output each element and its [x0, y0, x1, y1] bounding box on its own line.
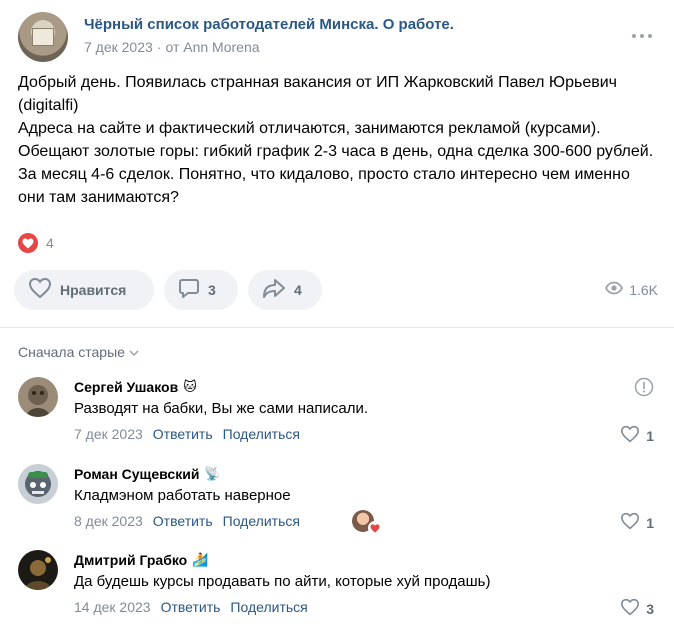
emoji-badge-icon: 🏄 — [192, 552, 209, 567]
report-icon[interactable] — [634, 377, 654, 402]
like-button[interactable]: Нравится — [14, 270, 154, 310]
views-count: 1.6K — [629, 281, 658, 298]
author-prefix: от — [165, 39, 180, 55]
comment-like-button[interactable]: 1 — [620, 425, 654, 446]
post-header: Чёрный список работодателей Минска. О ра… — [18, 12, 658, 62]
share-link[interactable]: Поделиться — [223, 426, 300, 442]
post-text: Добрый день. Появилась странная вакансия… — [18, 71, 658, 209]
comment-author[interactable]: Роман Сущевский 📡 — [74, 466, 221, 482]
comment-text: Кладмэном работать наверное — [74, 487, 291, 504]
comment-author[interactable]: Дмитрий Грабко 🏄 — [74, 552, 208, 568]
more-icon[interactable] — [630, 30, 654, 42]
post-text-line: Добрый день. Появилась странная вакансия… — [18, 74, 617, 114]
comment: Дмитрий Грабко 🏄 Да будешь курсы продава… — [18, 550, 658, 630]
group-name[interactable]: Чёрный список работодателей Минска. О ра… — [84, 16, 454, 33]
comment-like-button[interactable]: 3 — [620, 598, 654, 619]
comment-footer: 8 дек 2023 Ответить Поделиться — [74, 513, 300, 529]
comment-like-count: 1 — [646, 514, 654, 531]
sort-label: Сначала старые — [18, 344, 125, 360]
eye-icon — [605, 281, 624, 298]
post-date[interactable]: 7 дек 2023 — [84, 39, 153, 55]
reply-link[interactable]: Ответить — [153, 426, 213, 442]
emoji-badge-icon: 📡 — [204, 466, 221, 481]
post-meta: 7 дек 2023 · от Ann Morena — [84, 39, 260, 55]
share-button[interactable]: 4 — [248, 270, 322, 310]
group-avatar[interactable] — [18, 12, 68, 62]
comments-count: 3 — [208, 282, 216, 298]
heart-outline-icon — [28, 277, 52, 304]
heart-icon — [368, 521, 382, 535]
emoji-badge-icon: 🐱 — [183, 379, 197, 394]
comment-author-name: Роман Сущевский — [74, 466, 200, 482]
heart-outline-icon — [620, 598, 640, 619]
chevron-down-icon — [129, 344, 139, 360]
share-link[interactable]: Поделиться — [230, 599, 307, 615]
avatar[interactable] — [18, 377, 58, 417]
heart-outline-icon — [620, 512, 640, 533]
post-author[interactable]: Ann Morena — [183, 39, 259, 55]
avatar[interactable] — [18, 550, 58, 590]
comment: Сергей Ушаков 🐱 Разводят на бабки, Вы же… — [18, 377, 658, 457]
share-link[interactable]: Поделиться — [223, 513, 300, 529]
reply-link[interactable]: Ответить — [153, 513, 213, 529]
shares-count: 4 — [294, 282, 302, 298]
comment-text: Разводят на бабки, Вы же сами написали. — [74, 400, 369, 417]
comment-date[interactable]: 8 дек 2023 — [74, 513, 143, 529]
heart-icon — [18, 233, 38, 253]
comment-footer: 14 дек 2023 Ответить Поделиться — [74, 599, 308, 615]
reactions[interactable]: 4 — [18, 233, 54, 253]
divider — [0, 327, 674, 328]
reply-link[interactable]: Ответить — [161, 599, 221, 615]
comment-date[interactable]: 14 дек 2023 — [74, 599, 151, 615]
avatar[interactable] — [18, 464, 58, 504]
comment-like-button[interactable]: 1 — [620, 512, 654, 533]
comment-icon — [178, 277, 200, 304]
comment-author-name: Сергей Ушаков — [74, 379, 179, 395]
comment-sort[interactable]: Сначала старые — [18, 344, 139, 360]
liked-by-author — [352, 510, 382, 535]
post-actions: Нравится 3 4 1.6K — [14, 270, 660, 310]
comment-footer: 7 дек 2023 Ответить Поделиться — [74, 426, 300, 442]
share-icon — [262, 277, 286, 304]
comment: Роман Сущевский 📡 Кладмэном работать нав… — [18, 464, 658, 544]
comment-like-count: 1 — [646, 427, 654, 444]
comment-button[interactable]: 3 — [164, 270, 238, 310]
views: 1.6K — [605, 281, 658, 298]
comment-author[interactable]: Сергей Ушаков 🐱 — [74, 379, 197, 395]
post-text-line: Адреса на сайте и фактический отличаются… — [18, 120, 654, 206]
comment-date[interactable]: 7 дек 2023 — [74, 426, 143, 442]
like-label: Нравится — [60, 282, 127, 298]
heart-outline-icon — [620, 425, 640, 446]
comment-text: Да будешь курсы продавать по айти, котор… — [74, 573, 491, 590]
comment-like-count: 3 — [646, 600, 654, 617]
comment-author-name: Дмитрий Грабко — [74, 552, 188, 568]
reaction-count: 4 — [46, 235, 54, 251]
